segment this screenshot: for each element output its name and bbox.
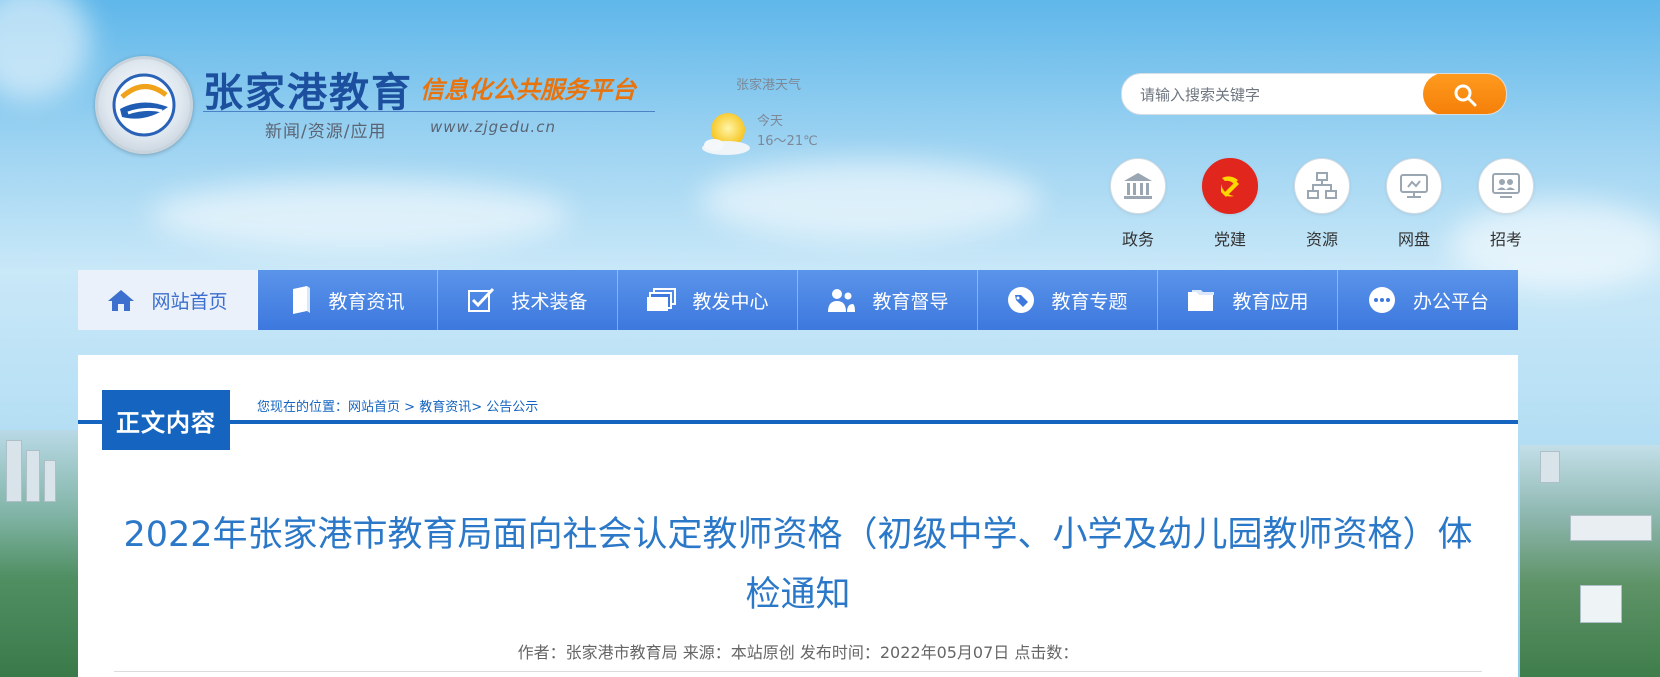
- date-label: 发布时间：: [799, 643, 880, 662]
- article-meta: 作者：张家港市教育局 来源：本站原创 发布时间：2022年05月07日 点击数：: [78, 639, 1518, 663]
- nav-item-office-platform[interactable]: 办公平台: [1338, 270, 1518, 330]
- breadcrumb: 您现在的位置：网站首页 > 教育资讯> 公告公示: [257, 396, 538, 415]
- main-nav: 网站首页 教育资讯 技术装备 教发中心 教育督导 教育专题 教育应用 办公平台: [78, 270, 1518, 330]
- nav-item-label: 办公平台: [1412, 290, 1489, 313]
- article-source: 本站原创: [730, 643, 795, 662]
- search-box: [1121, 73, 1507, 115]
- site-tagline: 新闻/资源/应用: [265, 122, 387, 142]
- quick-link-government[interactable]: 政务: [1109, 158, 1167, 250]
- nav-item-home[interactable]: 网站首页: [78, 270, 258, 330]
- users-icon: [826, 287, 856, 313]
- author-label: 作者：: [517, 643, 566, 662]
- quick-link-exam[interactable]: 招考: [1477, 158, 1535, 250]
- article-date: 2022年05月07日: [879, 643, 1010, 662]
- search-icon: [1454, 84, 1477, 107]
- article-author: 张家港市教育局: [565, 643, 678, 662]
- breadcrumb-separator: >: [400, 400, 420, 415]
- exam-icon: [1478, 158, 1534, 214]
- quick-link-resource[interactable]: 资源: [1293, 158, 1351, 250]
- quick-link-label: 政务: [1121, 230, 1154, 249]
- weather-day: 今天: [757, 114, 784, 129]
- scenery-left: [0, 430, 80, 677]
- quick-link-label: 招考: [1489, 230, 1522, 249]
- decorative-cloud: [150, 180, 570, 250]
- meta-divider: [114, 671, 1482, 672]
- layers-icon: [646, 288, 677, 312]
- government-building-icon: [1110, 158, 1166, 214]
- breadcrumb-separator: >: [471, 400, 487, 415]
- breadcrumb-education-news[interactable]: 教育资讯: [419, 400, 471, 415]
- weather-temperature: 16～21℃: [757, 134, 818, 149]
- nav-item-label: 教育专题: [1051, 290, 1128, 313]
- site-url: www.zjgedu.cn: [430, 118, 556, 136]
- nav-item-special-topics[interactable]: 教育专题: [978, 270, 1158, 330]
- site-subtitle: 信息化公共服务平台: [420, 76, 636, 104]
- chat-icon: [1367, 286, 1397, 314]
- nav-item-label: 教育督导: [872, 290, 949, 313]
- clicks-label: 点击数：: [1014, 643, 1079, 662]
- book-icon: [290, 285, 312, 315]
- nav-item-teacher-dev-center[interactable]: 教发中心: [618, 270, 798, 330]
- nav-item-education-news[interactable]: 教育资讯: [258, 270, 438, 330]
- cloud-disk-icon: [1386, 158, 1442, 214]
- resource-tree-icon: [1294, 158, 1350, 214]
- search-button[interactable]: [1423, 74, 1506, 114]
- nav-item-label: 技术装备: [511, 290, 588, 313]
- decorative-cloud: [700, 160, 1040, 240]
- content-panel: 正文内容 您现在的位置：网站首页 > 教育资讯> 公告公示 2022年张家港市教…: [78, 355, 1518, 677]
- quick-link-label: 党建: [1213, 230, 1246, 249]
- nav-item-label: 网站首页: [151, 290, 228, 313]
- source-label: 来源：: [682, 643, 731, 662]
- logo-divider: [203, 111, 655, 112]
- nav-item-applications[interactable]: 教育应用: [1158, 270, 1338, 330]
- breadcrumb-announcements[interactable]: 公告公示: [486, 400, 538, 415]
- checkbox-icon: [467, 287, 495, 313]
- section-title: 正文内容: [102, 390, 230, 450]
- home-icon: [107, 288, 135, 312]
- section-divider: [78, 420, 1518, 424]
- logo-emblem-icon: [95, 56, 193, 154]
- nav-item-supervision[interactable]: 教育督导: [798, 270, 978, 330]
- decorative-cloud: [0, 0, 90, 100]
- scenery-right: [1520, 445, 1660, 677]
- nav-item-label: 教育资讯: [328, 290, 405, 313]
- tag-icon: [1007, 286, 1035, 314]
- breadcrumb-prefix: 您现在的位置：: [257, 400, 349, 415]
- site-name: 张家港教育: [203, 69, 413, 116]
- quick-link-label: 资源: [1305, 230, 1338, 249]
- article-title: 2022年张家港市教育局面向社会认定教师资格（初级中学、小学及幼儿园教师资格）体…: [123, 515, 1473, 615]
- quick-link-cloud-disk[interactable]: 网盘: [1385, 158, 1443, 250]
- nav-item-tech-equipment[interactable]: 技术装备: [438, 270, 618, 330]
- search-input[interactable]: [1138, 74, 1432, 114]
- weather-title: 张家港天气: [736, 78, 802, 93]
- sun-cloud-icon: [698, 110, 756, 156]
- folder-icon: [1186, 287, 1216, 313]
- quick-link-party[interactable]: 党建: [1201, 158, 1259, 250]
- party-emblem-icon: [1202, 158, 1258, 214]
- nav-item-label: 教发中心: [692, 290, 769, 313]
- nav-item-label: 教育应用: [1232, 290, 1309, 313]
- breadcrumb-home[interactable]: 网站首页: [348, 400, 400, 415]
- quick-link-label: 网盘: [1397, 230, 1430, 249]
